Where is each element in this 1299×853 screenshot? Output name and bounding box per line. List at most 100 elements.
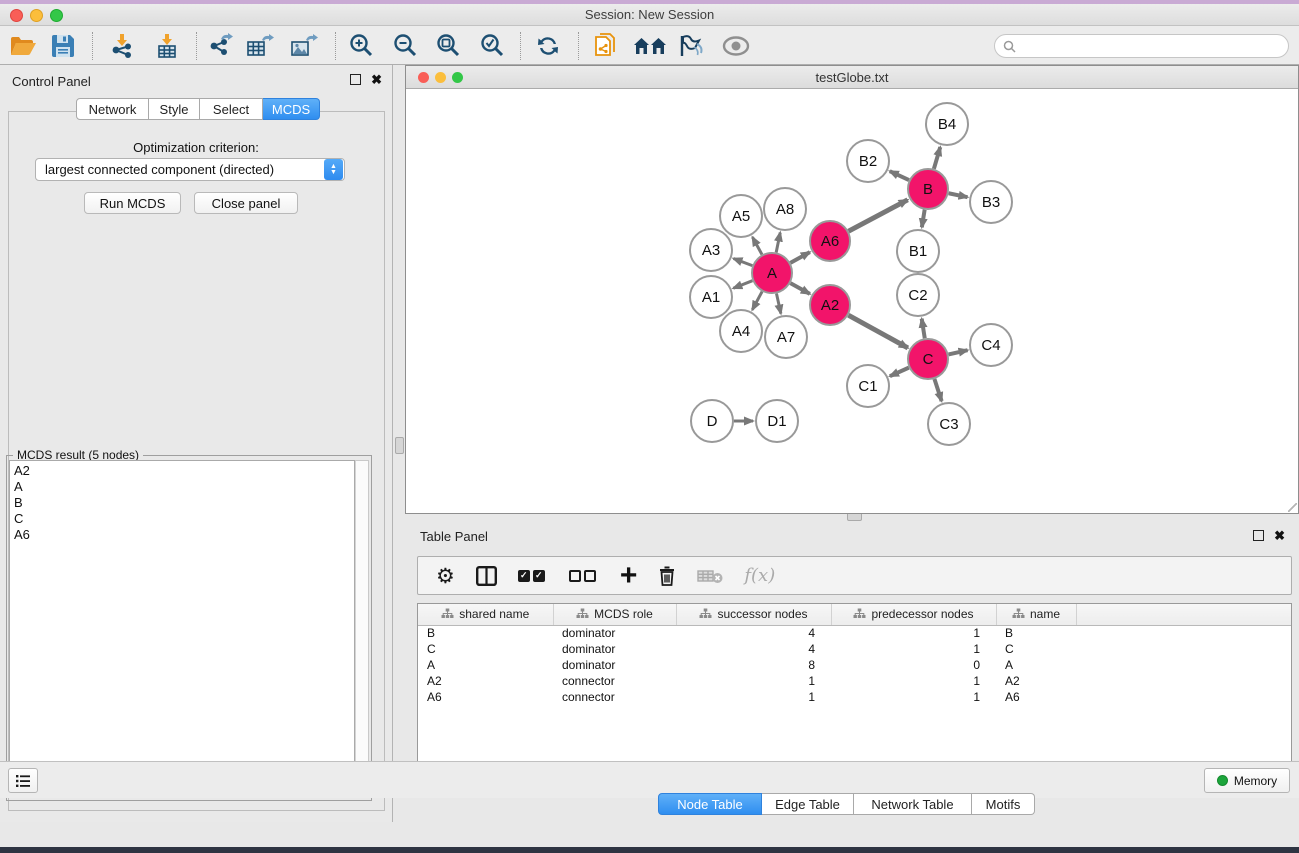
table-row[interactable]: A2connector11A2: [418, 673, 1291, 689]
column-header-MCDS-role[interactable]: MCDS role: [553, 604, 676, 625]
mcds-result-item[interactable]: A2: [14, 463, 354, 479]
table-cell[interactable]: 1: [676, 689, 831, 705]
network-canvas[interactable]: B4B2BB3A8A5A6A3B1AC2A1A2A4A7C4CC1DD1C3: [407, 90, 1297, 513]
delete-table-icon[interactable]: [697, 568, 723, 584]
graph-node-A8[interactable]: A8: [764, 188, 806, 230]
zoom-out-icon[interactable]: [391, 33, 419, 59]
graph-edge-A-A5[interactable]: [752, 237, 762, 254]
tab-edge-table[interactable]: Edge Table: [762, 793, 854, 815]
graph-edge-A-A8[interactable]: [776, 233, 780, 253]
close-panel-button[interactable]: Close panel: [194, 192, 298, 214]
table-options-gear-icon[interactable]: ⚙: [436, 566, 455, 586]
graph-edge-C-C2[interactable]: [922, 319, 925, 339]
graph-edge-A-A3[interactable]: [733, 258, 752, 265]
table-cell[interactable]: 1: [831, 689, 996, 705]
table-cell[interactable]: dominator: [553, 625, 676, 641]
show-all-icon[interactable]: [722, 33, 750, 59]
graph-edge-B-B1[interactable]: [922, 210, 925, 228]
column-header-predecessor-nodes[interactable]: predecessor nodes: [831, 604, 996, 625]
table-cell[interactable]: 1: [676, 673, 831, 689]
graph-node-B4[interactable]: B4: [926, 103, 968, 145]
table-cell[interactable]: connector: [553, 673, 676, 689]
graph-node-A7[interactable]: A7: [765, 316, 807, 358]
graph-node-A3[interactable]: A3: [690, 229, 732, 271]
mcds-result-item[interactable]: C: [14, 511, 354, 527]
graph-node-A4[interactable]: A4: [720, 310, 762, 352]
criterion-dropdown[interactable]: largest connected component (directed) ▲…: [35, 158, 345, 181]
network-window-titlebar[interactable]: testGlobe.txt: [406, 66, 1298, 89]
tab-node-table[interactable]: Node Table: [658, 793, 762, 815]
graph-edge-A-A1[interactable]: [733, 281, 752, 289]
graph-node-B1[interactable]: B1: [897, 230, 939, 272]
table-cell[interactable]: B: [418, 625, 553, 641]
select-all-icon[interactable]: ✓✓: [518, 570, 548, 582]
close-table-panel-icon[interactable]: ✖: [1274, 530, 1285, 541]
graph-edge-B-B2[interactable]: [890, 171, 909, 180]
table-cell[interactable]: C: [418, 641, 553, 657]
zoom-fit-icon[interactable]: [434, 33, 462, 59]
table-cell[interactable]: 4: [676, 641, 831, 657]
graph-node-A[interactable]: A: [752, 253, 792, 293]
graph-edge-A-A2[interactable]: [790, 283, 809, 294]
graph-node-D[interactable]: D: [691, 400, 733, 442]
graph-node-A6[interactable]: A6: [810, 221, 850, 261]
vertical-splitter-handle[interactable]: [395, 437, 404, 454]
mcds-result-item[interactable]: B: [14, 495, 354, 511]
import-network-icon[interactable]: [108, 33, 136, 59]
column-header-successor-nodes[interactable]: successor nodes: [676, 604, 831, 625]
tab-network-table[interactable]: Network Table: [854, 793, 972, 815]
table-row[interactable]: Cdominator41C: [418, 641, 1291, 657]
graph-node-A5[interactable]: A5: [720, 195, 762, 237]
mcds-result-item[interactable]: A6: [14, 527, 354, 543]
table-cell[interactable]: 1: [831, 673, 996, 689]
table-row[interactable]: Adominator80A: [418, 657, 1291, 673]
save-session-icon[interactable]: [49, 33, 77, 59]
table-cell[interactable]: A: [418, 657, 553, 673]
column-header-shared-name[interactable]: shared name: [418, 604, 553, 625]
tab-motifs[interactable]: Motifs: [972, 793, 1035, 815]
graph-edge-A-A7[interactable]: [776, 294, 780, 314]
graph-edge-C-C4[interactable]: [948, 350, 967, 354]
graph-node-C3[interactable]: C3: [928, 403, 970, 445]
export-image-icon[interactable]: [290, 33, 318, 59]
table-cell[interactable]: 0: [831, 657, 996, 673]
task-history-button[interactable]: [8, 768, 38, 793]
table-cell[interactable]: connector: [553, 689, 676, 705]
function-builder-icon[interactable]: f(x): [744, 565, 775, 586]
table-cell[interactable]: C: [996, 641, 1076, 657]
hide-selected-icon[interactable]: [677, 33, 705, 59]
graph-edge-A6-B[interactable]: [849, 200, 908, 231]
table-cell[interactable]: dominator: [553, 657, 676, 673]
table-cell[interactable]: 1: [831, 625, 996, 641]
table-row[interactable]: Bdominator41B: [418, 625, 1291, 641]
table-cell[interactable]: A: [996, 657, 1076, 673]
graph-node-A1[interactable]: A1: [690, 276, 732, 318]
close-panel-icon[interactable]: ✖: [371, 74, 382, 85]
graph-node-D1[interactable]: D1: [756, 400, 798, 442]
mcds-result-list[interactable]: A2ABCA6: [9, 460, 355, 798]
column-header-name[interactable]: name: [996, 604, 1076, 625]
table-cell[interactable]: dominator: [553, 641, 676, 657]
graph-node-B3[interactable]: B3: [970, 181, 1012, 223]
panel-columns-icon[interactable]: [476, 566, 497, 586]
graph-node-C1[interactable]: C1: [847, 365, 889, 407]
memory-button[interactable]: Memory: [1204, 768, 1290, 793]
import-table-icon[interactable]: [153, 33, 181, 59]
graph-edge-A2-C[interactable]: [848, 315, 907, 348]
table-cell[interactable]: A2: [996, 673, 1076, 689]
tab-network[interactable]: Network: [76, 98, 149, 120]
graph-node-B[interactable]: B: [908, 169, 948, 209]
run-mcds-button[interactable]: Run MCDS: [84, 192, 181, 214]
zoom-selected-icon[interactable]: [478, 33, 506, 59]
table-cell[interactable]: 4: [676, 625, 831, 641]
table-cell[interactable]: A6: [418, 689, 553, 705]
export-network-icon[interactable]: [206, 33, 234, 59]
resize-grip-icon[interactable]: [1288, 503, 1297, 512]
tab-mcds[interactable]: MCDS: [263, 98, 320, 120]
graph-edge-A-A4[interactable]: [752, 292, 762, 310]
create-column-icon[interactable]: +: [620, 565, 638, 587]
table-cell[interactable]: A6: [996, 689, 1076, 705]
delete-column-icon[interactable]: [658, 565, 676, 586]
graph-edge-A-A6[interactable]: [790, 252, 809, 263]
first-neighbors-icon[interactable]: [632, 33, 668, 59]
